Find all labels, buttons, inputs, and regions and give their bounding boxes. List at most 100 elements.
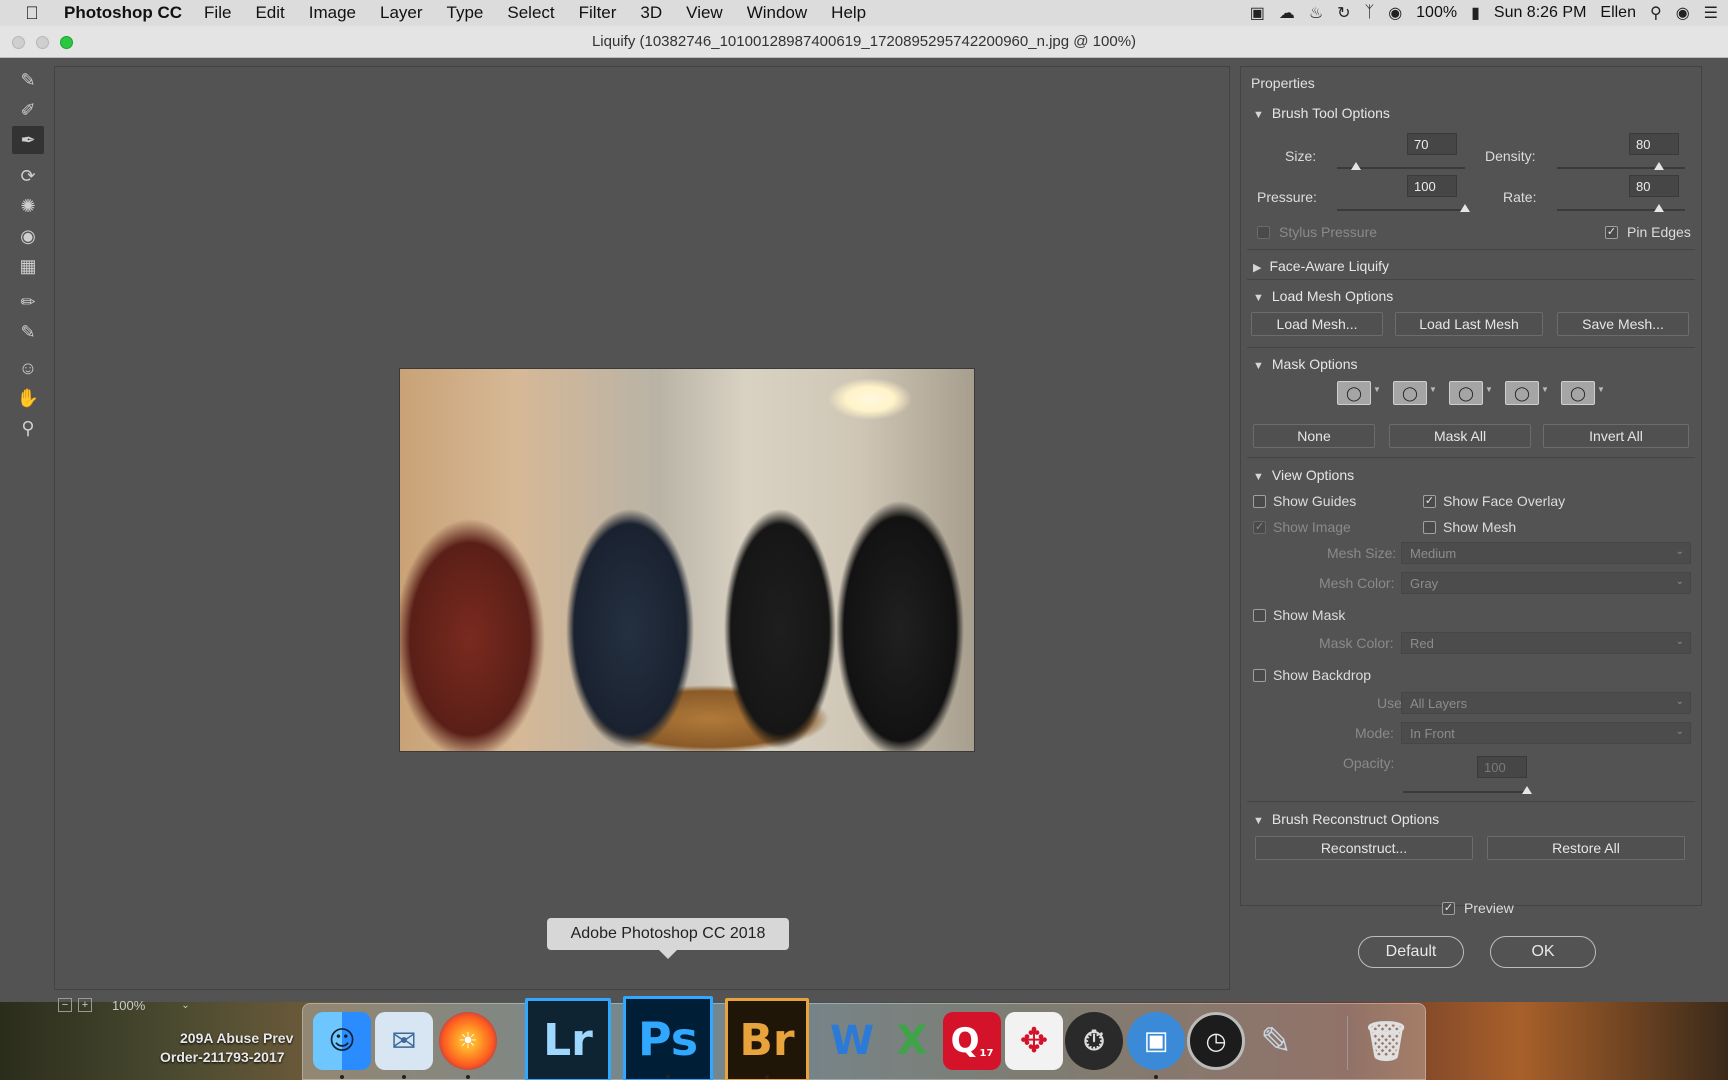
- menu-select[interactable]: Select: [507, 3, 554, 23]
- mail-icon[interactable]: ✉: [375, 1012, 433, 1070]
- show-face-overlay-checkbox[interactable]: ✓: [1423, 495, 1436, 508]
- reconstruct-tool-icon[interactable]: ✐: [12, 96, 44, 124]
- menu-window[interactable]: Window: [747, 3, 807, 23]
- show-guides-checkbox[interactable]: [1253, 495, 1266, 508]
- show-image-checkbox[interactable]: ✓: [1253, 521, 1266, 534]
- intersect-selection-mask-icon[interactable]: ◯: [1505, 381, 1539, 405]
- quicken-icon[interactable]: Q 17: [943, 1012, 1001, 1070]
- wifi-icon[interactable]: ◉: [1388, 3, 1402, 23]
- trash-icon[interactable]: 🗑: [1357, 1012, 1415, 1070]
- mesh-color-select[interactable]: Gray ⌄: [1401, 572, 1691, 594]
- size-slider[interactable]: [1337, 162, 1465, 170]
- battery-icon[interactable]: ▮: [1471, 3, 1480, 23]
- invert-selection-mask-icon[interactable]: ◯: [1561, 381, 1595, 405]
- minimize-window-button[interactable]: [36, 36, 49, 49]
- firefox-icon[interactable]: ☀: [439, 1012, 497, 1070]
- add-to-selection-mask-icon[interactable]: ◯: [1393, 381, 1427, 405]
- bridge-icon[interactable]: Br: [725, 998, 809, 1080]
- forward-warp-tool-icon[interactable]: ✎: [12, 66, 44, 94]
- mesh-size-select[interactable]: Medium ⌄: [1401, 542, 1691, 564]
- hand-tool-icon[interactable]: ✋: [12, 384, 44, 412]
- zoom-window-button[interactable]: [60, 36, 73, 49]
- pressure-slider[interactable]: [1337, 204, 1470, 212]
- load-last-mesh-button[interactable]: Load Last Mesh: [1395, 312, 1543, 336]
- image-capture-icon[interactable]: ✎: [1247, 1012, 1305, 1070]
- reconstruct-button[interactable]: Reconstruct...: [1255, 836, 1473, 860]
- siri-icon[interactable]: ◉: [1676, 3, 1690, 23]
- excel-icon[interactable]: X: [883, 1012, 941, 1070]
- pin-edges-checkbox[interactable]: ✓: [1605, 226, 1618, 239]
- size-slider-thumb[interactable]: [1351, 162, 1362, 170]
- menu-filter[interactable]: Filter: [579, 3, 617, 23]
- show-mask-checkbox[interactable]: [1253, 609, 1266, 622]
- load-mesh-options-header[interactable]: ▼ Load Mesh Options: [1253, 288, 1393, 304]
- chevron-down-icon[interactable]: ⌄: [181, 1000, 189, 1011]
- zoom-tool-icon[interactable]: ⚲: [12, 414, 44, 442]
- acrobat-icon[interactable]: ✥: [1005, 1012, 1063, 1070]
- lightroom-icon[interactable]: Lr: [525, 998, 611, 1080]
- brush-reconstruct-options-header[interactable]: ▼ Brush Reconstruct Options: [1253, 811, 1439, 827]
- clock[interactable]: Sun 8:26 PM: [1494, 4, 1587, 22]
- rate-input[interactable]: 80: [1629, 175, 1679, 197]
- menu-type[interactable]: Type: [447, 3, 484, 23]
- thaw-mask-tool-icon[interactable]: ✎: [12, 318, 44, 346]
- replace-selection-mask-icon[interactable]: ◯: [1337, 381, 1371, 405]
- pressure-slider-thumb[interactable]: [1460, 204, 1470, 212]
- pressure-input[interactable]: 100: [1407, 175, 1457, 197]
- menu-edit[interactable]: Edit: [255, 3, 284, 23]
- save-mesh-button[interactable]: Save Mesh...: [1557, 312, 1689, 336]
- mask-none-button[interactable]: None: [1253, 424, 1375, 448]
- freeze-mask-tool-icon[interactable]: ✏: [12, 288, 44, 316]
- face-tool-icon[interactable]: ☺: [12, 354, 44, 382]
- restore-all-button[interactable]: Restore All: [1487, 836, 1685, 860]
- twirl-tool-icon[interactable]: ⟳: [12, 162, 44, 190]
- use-select[interactable]: All Layers ⌄: [1401, 692, 1691, 714]
- bluetooth-icon[interactable]: ᛉ: [1365, 4, 1375, 22]
- close-window-button[interactable]: [12, 36, 25, 49]
- preview-checkbox[interactable]: ✓: [1442, 902, 1455, 915]
- screenshot-app-icon[interactable]: ▣: [1127, 1012, 1185, 1070]
- photoshop-icon[interactable]: Ps: [623, 996, 713, 1080]
- menu-view[interactable]: View: [686, 3, 723, 23]
- opacity-slider-thumb[interactable]: [1522, 786, 1532, 794]
- app-menu[interactable]: Photoshop CC: [64, 3, 182, 23]
- menu-help[interactable]: Help: [831, 3, 866, 23]
- pucker-tool-icon[interactable]: ✺: [12, 192, 44, 220]
- spotlight-search-icon[interactable]: ⚲: [1650, 3, 1662, 23]
- menu-layer[interactable]: Layer: [380, 3, 423, 23]
- load-mesh-button[interactable]: Load Mesh...: [1251, 312, 1383, 336]
- show-backdrop-checkbox[interactable]: [1253, 669, 1266, 682]
- stylus-pressure-checkbox[interactable]: [1257, 226, 1270, 239]
- menu-file[interactable]: File: [204, 3, 231, 23]
- face-aware-liquify-header[interactable]: ▶ Face-Aware Liquify: [1253, 258, 1389, 274]
- push-left-tool-icon[interactable]: ▦: [12, 252, 44, 280]
- menu-image[interactable]: Image: [309, 3, 356, 23]
- notification-center-icon[interactable]: ☰: [1704, 3, 1718, 23]
- photo-preview[interactable]: [399, 368, 975, 752]
- finder-icon[interactable]: ☺: [313, 1012, 371, 1070]
- zoom-value[interactable]: 100%: [112, 998, 145, 1013]
- show-mesh-checkbox[interactable]: [1423, 521, 1436, 534]
- default-button[interactable]: Default: [1358, 936, 1464, 968]
- creative-cloud-icon[interactable]: ☁: [1279, 3, 1295, 23]
- mode-select[interactable]: In Front ⌄: [1401, 722, 1691, 744]
- brush-tool-options-header[interactable]: ▼ Brush Tool Options: [1253, 105, 1390, 121]
- rate-slider[interactable]: [1557, 204, 1685, 212]
- preview-canvas[interactable]: [54, 66, 1230, 990]
- camera-icon[interactable]: ▣: [1250, 3, 1265, 23]
- word-icon[interactable]: W: [823, 1012, 881, 1070]
- density-slider-thumb[interactable]: [1654, 162, 1665, 170]
- mask-options-header[interactable]: ▼ Mask Options: [1253, 356, 1357, 372]
- user-name[interactable]: Ellen: [1600, 4, 1636, 22]
- mask-all-button[interactable]: Mask All: [1389, 424, 1531, 448]
- smooth-tool-icon[interactable]: ✒: [12, 126, 44, 154]
- clock-app-icon[interactable]: ◷: [1187, 1012, 1245, 1070]
- density-slider[interactable]: [1557, 162, 1685, 170]
- invert-all-button[interactable]: Invert All: [1543, 424, 1689, 448]
- view-options-header[interactable]: ▼ View Options: [1253, 467, 1354, 483]
- opacity-slider[interactable]: [1403, 786, 1532, 794]
- desktop-file-label[interactable]: 209A Abuse Prev: [180, 1030, 293, 1046]
- zoom-out-button[interactable]: −: [58, 998, 72, 1012]
- density-input[interactable]: 80: [1629, 133, 1679, 155]
- desktop-file-label[interactable]: Order-211793-2017: [160, 1049, 285, 1065]
